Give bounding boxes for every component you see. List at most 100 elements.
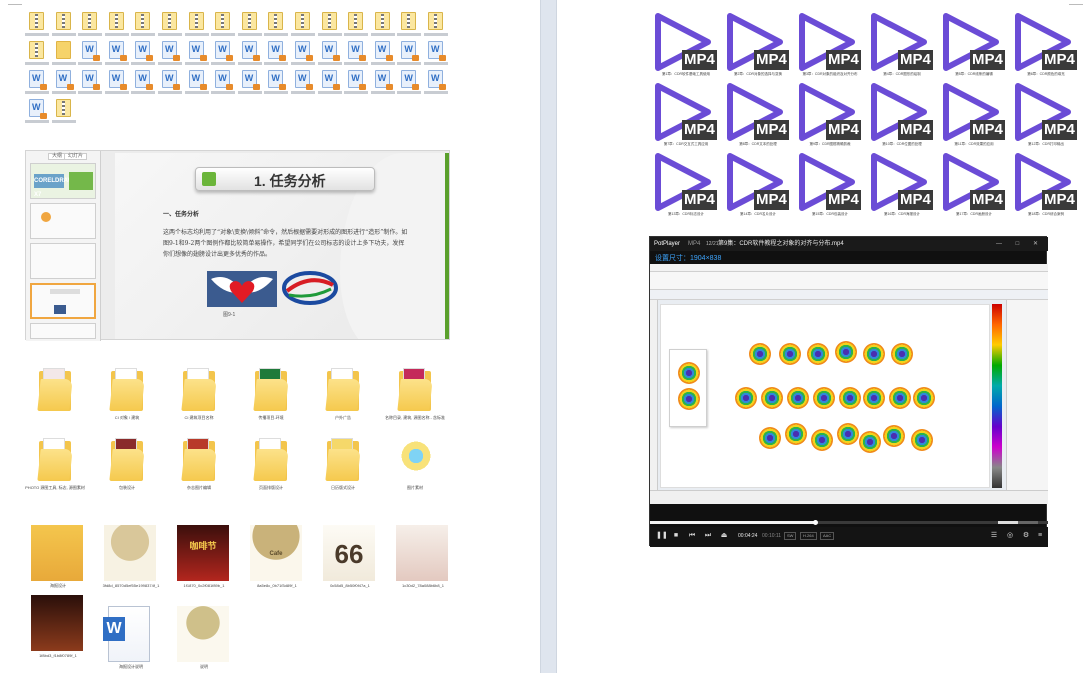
image-file[interactable]: Cafe 8a5e8c_0b71f3d89f_1	[244, 525, 310, 591]
rainbow-circle[interactable]	[749, 343, 771, 365]
mp4-file[interactable]: MP4 第13章：CDR标志设计	[652, 152, 720, 220]
codec-pill[interactable]: AAC	[820, 532, 835, 540]
image-file[interactable]: 1c30d2_78a088b6b8_1	[390, 525, 456, 591]
rainbow-circle[interactable]	[785, 423, 807, 445]
rainbow-circle[interactable]	[811, 429, 833, 451]
mp4-file[interactable]: MP4 第18章：CDR综合案例	[1012, 152, 1080, 220]
word-file[interactable]	[237, 41, 262, 71]
image-file[interactable]: W 海报设计说明	[98, 606, 164, 672]
word-file[interactable]	[344, 41, 369, 71]
folder-item[interactable]: 图片素材	[385, 435, 445, 497]
image-file[interactable]: 1f8bd3_f1b8f0789f_1	[25, 595, 91, 661]
word-file[interactable]	[78, 41, 103, 71]
rainbow-circle[interactable]	[863, 343, 885, 365]
zip-file[interactable]	[291, 12, 315, 42]
mp4-file[interactable]: MP4 第1章：CDR软件基础工具使用	[652, 12, 720, 80]
word-file[interactable]	[291, 41, 315, 71]
zip-file[interactable]	[317, 12, 342, 42]
word-file[interactable]	[104, 70, 129, 100]
window-controls[interactable]: — □ ✕	[996, 237, 1044, 251]
rainbow-circle[interactable]	[787, 387, 809, 409]
zip-file[interactable]	[25, 41, 49, 71]
stop-icon[interactable]: ■	[672, 532, 680, 540]
word-file[interactable]	[104, 41, 129, 71]
rainbow-circle[interactable]	[859, 431, 881, 453]
mp4-file[interactable]: MP4 第7章：CDR交互式工具应用	[652, 82, 720, 150]
rainbow-circle[interactable]	[813, 387, 835, 409]
zip-file[interactable]	[51, 12, 76, 42]
volume-slider[interactable]	[998, 521, 1038, 524]
app-toolbar[interactable]	[650, 272, 1048, 290]
rainbow-circle[interactable]	[839, 387, 861, 409]
word-file[interactable]	[344, 70, 369, 100]
codec-pill[interactable]: H.264	[800, 532, 817, 540]
seek-handle[interactable]	[813, 520, 818, 525]
color-palette[interactable]	[992, 304, 1002, 488]
settings-icon[interactable]: ⚙	[1022, 532, 1030, 540]
pause-icon[interactable]: ❚❚	[656, 532, 668, 540]
rainbow-circle[interactable]	[779, 343, 801, 365]
rainbow-circle[interactable]	[891, 343, 913, 365]
rainbow-circle[interactable]	[911, 429, 933, 451]
zip-file[interactable]	[397, 12, 422, 42]
zip-file[interactable]	[184, 12, 209, 42]
zip-file[interactable]	[370, 12, 395, 42]
slide-thumbnail[interactable]	[30, 203, 96, 239]
zip-file[interactable]	[25, 12, 49, 42]
folder-item[interactable]: 页面排版设计	[241, 435, 301, 497]
seek-bar[interactable]	[650, 520, 1048, 525]
eject-icon[interactable]: ⏏	[720, 532, 728, 540]
folder-item[interactable]: PHOTO 源图工具, 标志, 源图素材	[25, 435, 85, 497]
image-file[interactable]: 3fd8d_8570d5ef55e1998374f_1	[98, 525, 164, 591]
word-file[interactable]	[264, 70, 289, 100]
app-menu-bar[interactable]	[650, 264, 1048, 272]
word-file[interactable]	[25, 99, 49, 129]
word-file[interactable]	[211, 41, 236, 71]
folder-item[interactable]: CI 建筑项目名称	[169, 365, 229, 427]
word-file[interactable]	[317, 41, 342, 71]
rainbow-circle[interactable]	[883, 425, 905, 447]
rainbow-circle[interactable]	[863, 387, 885, 409]
word-file[interactable]	[424, 41, 448, 71]
word-file[interactable]	[264, 41, 289, 71]
folder-item[interactable]: 杂志图片编辑	[169, 435, 229, 497]
rainbow-circle[interactable]	[835, 341, 857, 363]
word-file[interactable]	[51, 70, 76, 100]
folder-item[interactable]: 日历版式设计	[313, 435, 373, 497]
word-file[interactable]	[158, 70, 182, 100]
mp4-file[interactable]: MP4 第14章：CDR名片设计	[724, 152, 792, 220]
previous-icon[interactable]: ⏮	[688, 532, 696, 540]
word-file[interactable]	[25, 70, 49, 100]
word-file[interactable]	[211, 70, 236, 100]
zip-file[interactable]	[211, 12, 236, 42]
image-file[interactable]: 说明	[171, 606, 237, 672]
folder-item[interactable]: 包装设计	[97, 435, 157, 497]
rainbow-circle[interactable]	[889, 387, 911, 409]
codec-pill[interactable]: SW	[784, 532, 797, 540]
rainbow-circle[interactable]	[735, 387, 757, 409]
image-file[interactable]: 咖啡节 1f1870_0c2f081f89b_1	[171, 525, 237, 591]
zip-file[interactable]	[104, 12, 129, 42]
mp4-file[interactable]: MP4 第2章：CDR对象的选择与变换	[724, 12, 792, 80]
slide-thumbnail[interactable]: CORELDRAW X7	[30, 163, 96, 199]
word-file[interactable]	[158, 41, 182, 71]
word-file[interactable]	[424, 70, 448, 100]
word-file[interactable]	[131, 41, 156, 71]
mp4-file[interactable]: MP4 第8章：CDR文本的处理	[724, 82, 792, 150]
word-file[interactable]	[370, 41, 395, 71]
mp4-file[interactable]: MP4 第9章：CDR图框精确剪裁	[796, 82, 864, 150]
mp4-file[interactable]: MP4 第17章：CDR画册设计	[940, 152, 1008, 220]
app-docker-panel[interactable]	[1006, 300, 1048, 490]
slide-thumbnail[interactable]	[30, 323, 96, 339]
zip-file[interactable]	[78, 12, 103, 42]
folder-item[interactable]: 名称目录, 建筑, 源图名称 - 含标准信封	[385, 365, 445, 427]
zip-file[interactable]	[264, 12, 289, 42]
next-icon[interactable]: ⏭	[704, 532, 712, 540]
folder-file[interactable]	[51, 41, 76, 71]
word-file[interactable]	[78, 70, 103, 100]
mp4-file[interactable]: MP4 第11章：CDR效果的应用	[940, 82, 1008, 150]
slide-thumbnail[interactable]	[30, 243, 96, 279]
word-file[interactable]	[184, 70, 209, 100]
zip-file[interactable]	[237, 12, 262, 42]
app-toolbox[interactable]	[650, 300, 658, 490]
